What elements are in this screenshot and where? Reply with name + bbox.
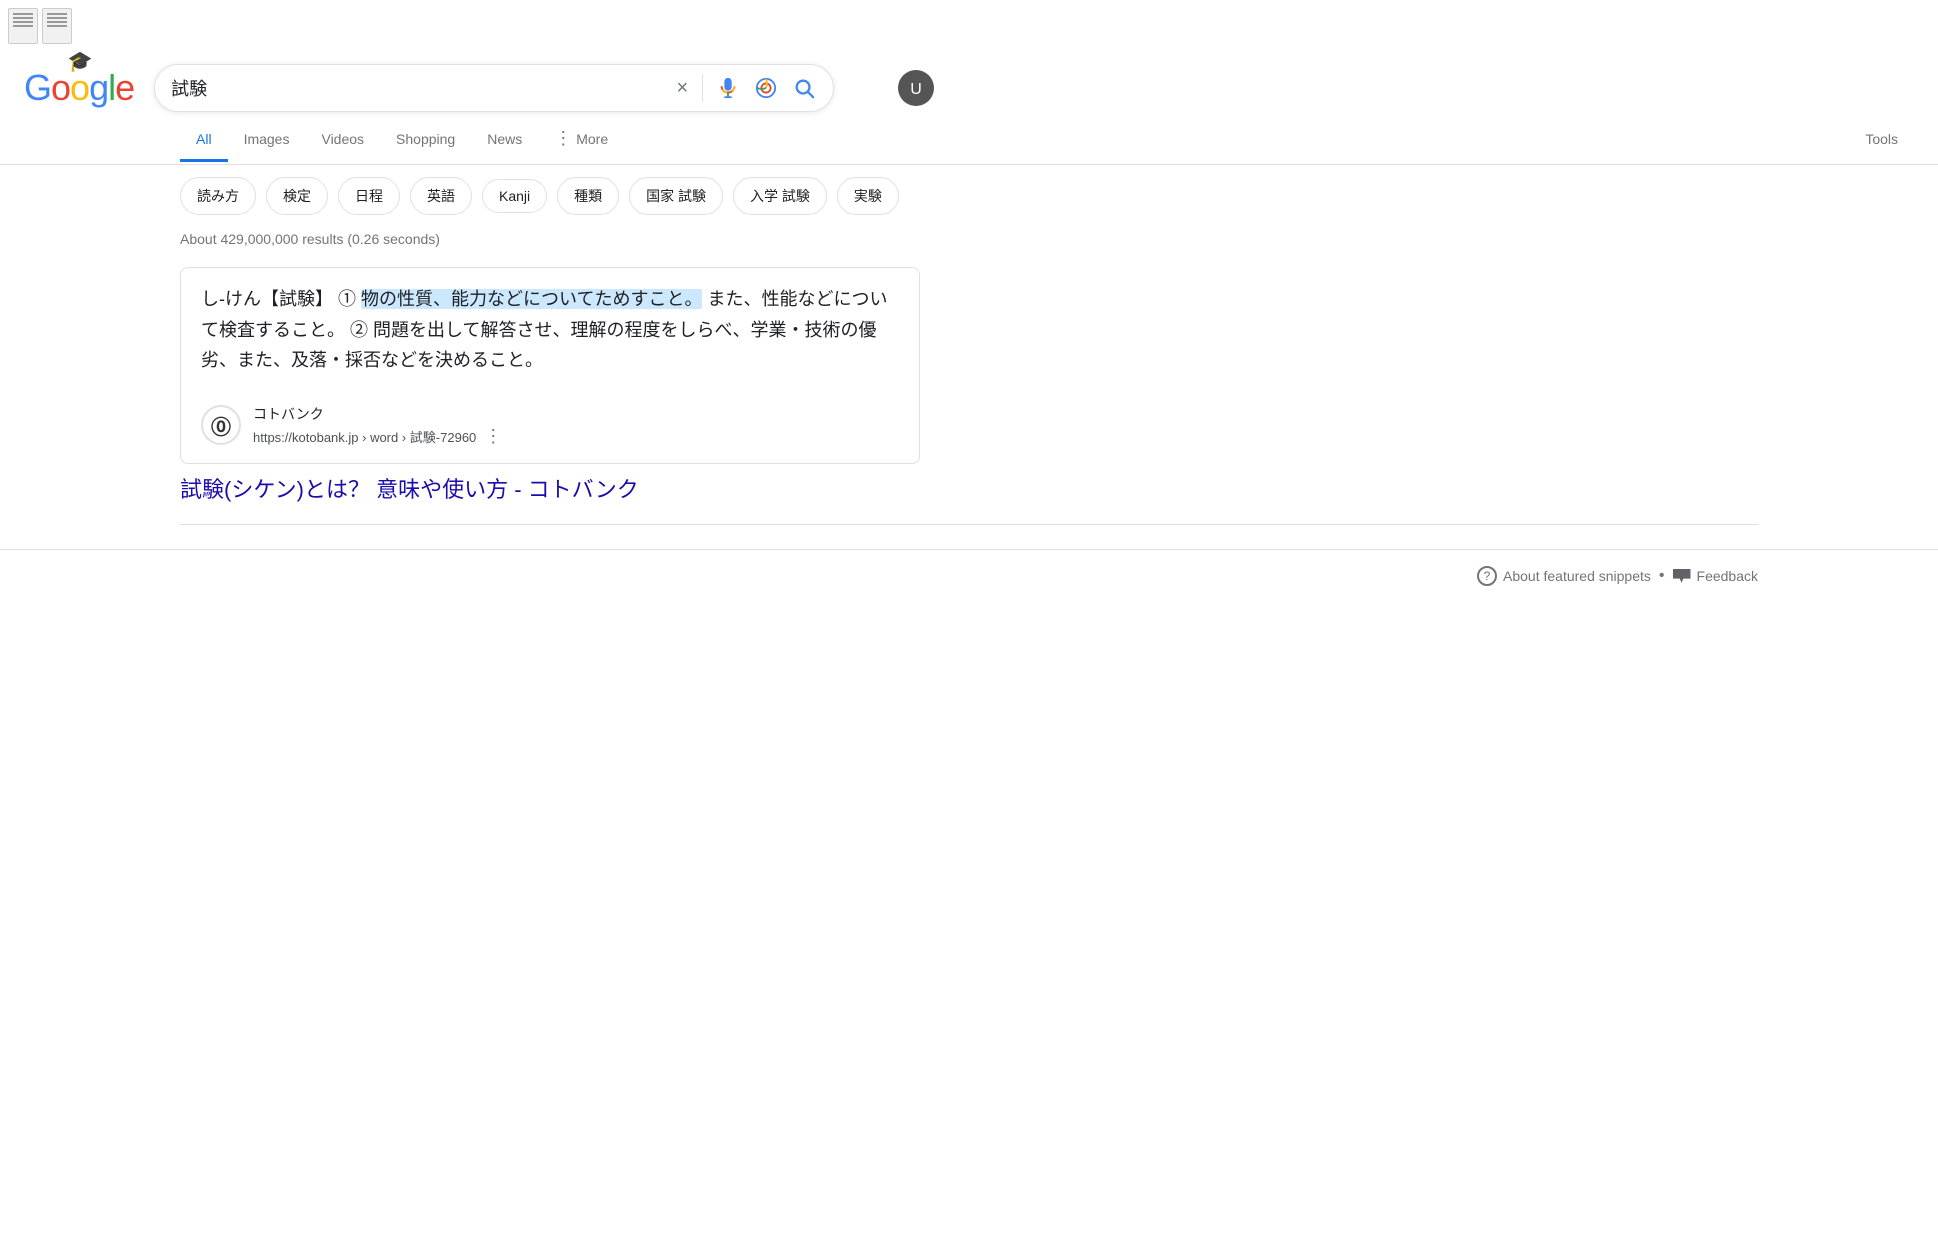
google-lens-button[interactable] [753,75,779,101]
voice-search-button[interactable] [715,75,741,101]
logo-letter-g: G [24,67,51,109]
logo-letter-e: e [115,67,134,109]
chip-nyuugaku[interactable]: 入学 試験 [733,177,827,215]
logo-letter-l: l [108,67,115,109]
feedback-area[interactable]: Feedback [1673,568,1758,584]
about-snippets-text: About featured snippets [1503,568,1651,584]
source-logo: ⓪ [201,405,241,445]
search-bar-wrapper: 試験 × [154,64,834,112]
header: G o o 🎓 g l e 試験 × [0,50,1938,112]
search-input[interactable]: 試験 [171,78,662,99]
feedback-text: Feedback [1697,568,1758,584]
source-logo-char: ⓪ [211,411,231,440]
logo-letter-g2: g [89,67,108,109]
tab-videos[interactable]: Videos [305,119,380,162]
avatar[interactable]: U [898,70,934,106]
source-url: https://kotobank.jp › word › 試験-72960 [253,427,476,446]
graduation-cap-icon: 🎓 [68,49,92,74]
more-dots-icon: ⋮ [554,128,572,149]
tab-more[interactable]: ⋮ More [538,116,624,164]
chips-row: 読み方 検定 日程 英語 Kanji 種類 国家 試験 入学 試験 実験 [0,165,1938,227]
result-link[interactable]: 試験(シケン)とは？ 意味や使い方 - コトバンク [180,472,920,504]
search-bar: 試験 × [154,64,834,112]
chip-yomikata[interactable]: 読み方 [180,177,256,215]
result-divider [180,524,1758,525]
account-area: U [854,70,934,106]
google-logo[interactable]: G o o 🎓 g l e [24,67,134,109]
doc-icon-1 [8,8,38,44]
chip-jikken[interactable]: 実験 [837,177,899,215]
tab-shopping[interactable]: Shopping [380,119,471,162]
chip-kokka[interactable]: 国家 試験 [629,177,723,215]
tab-tools[interactable]: Tools [1849,119,1914,162]
source-options-button[interactable]: ⋮ [484,426,502,447]
chip-kanji[interactable]: Kanji [482,179,547,213]
feedback-icon [1673,569,1691,583]
chip-eigo[interactable]: 英語 [410,177,472,215]
nav-tabs: All Images Videos Shopping News ⋮ More T… [0,116,1938,165]
featured-snippet: し‐けん【試験】 ① 物の性質、能力などについてためすこと。 また、性能などにつ… [180,267,920,464]
tab-news[interactable]: News [471,119,538,162]
chip-shurui[interactable]: 種類 [557,177,619,215]
svg-text:U: U [910,81,922,98]
search-divider [702,74,703,102]
chip-nittei[interactable]: 日程 [338,177,400,215]
snippet-text: し‐けん【試験】 ① 物の性質、能力などについてためすこと。 また、性能などにつ… [201,284,899,376]
snippet-text-highlighted: 物の性質、能力などについてためすこと。 [361,289,702,309]
source-name: コトバンク [253,404,502,424]
source-info: コトバンク https://kotobank.jp › word › 試験-72… [253,404,502,447]
help-icon: ? [1477,566,1497,586]
results-count: About 429,000,000 results (0.26 seconds) [0,227,1938,259]
search-submit-button[interactable] [791,75,817,101]
clear-button[interactable]: × [674,75,690,102]
doc-icons-area [8,8,72,44]
snippet-text-before: し‐けん【試験】 ① [201,289,361,309]
bottom-bar: ? About featured snippets • Feedback [0,549,1938,602]
chip-kentei[interactable]: 検定 [266,177,328,215]
about-snippets-area[interactable]: ? About featured snippets [1477,566,1651,586]
tab-images[interactable]: Images [228,119,306,162]
tab-all[interactable]: All [180,119,228,162]
doc-icon-2 [42,8,72,44]
source-url-row: https://kotobank.jp › word › 試験-72960 ⋮ [253,426,502,447]
source-row: ⓪ コトバンク https://kotobank.jp › word › 試験-… [201,392,899,447]
separator: • [1659,567,1665,585]
